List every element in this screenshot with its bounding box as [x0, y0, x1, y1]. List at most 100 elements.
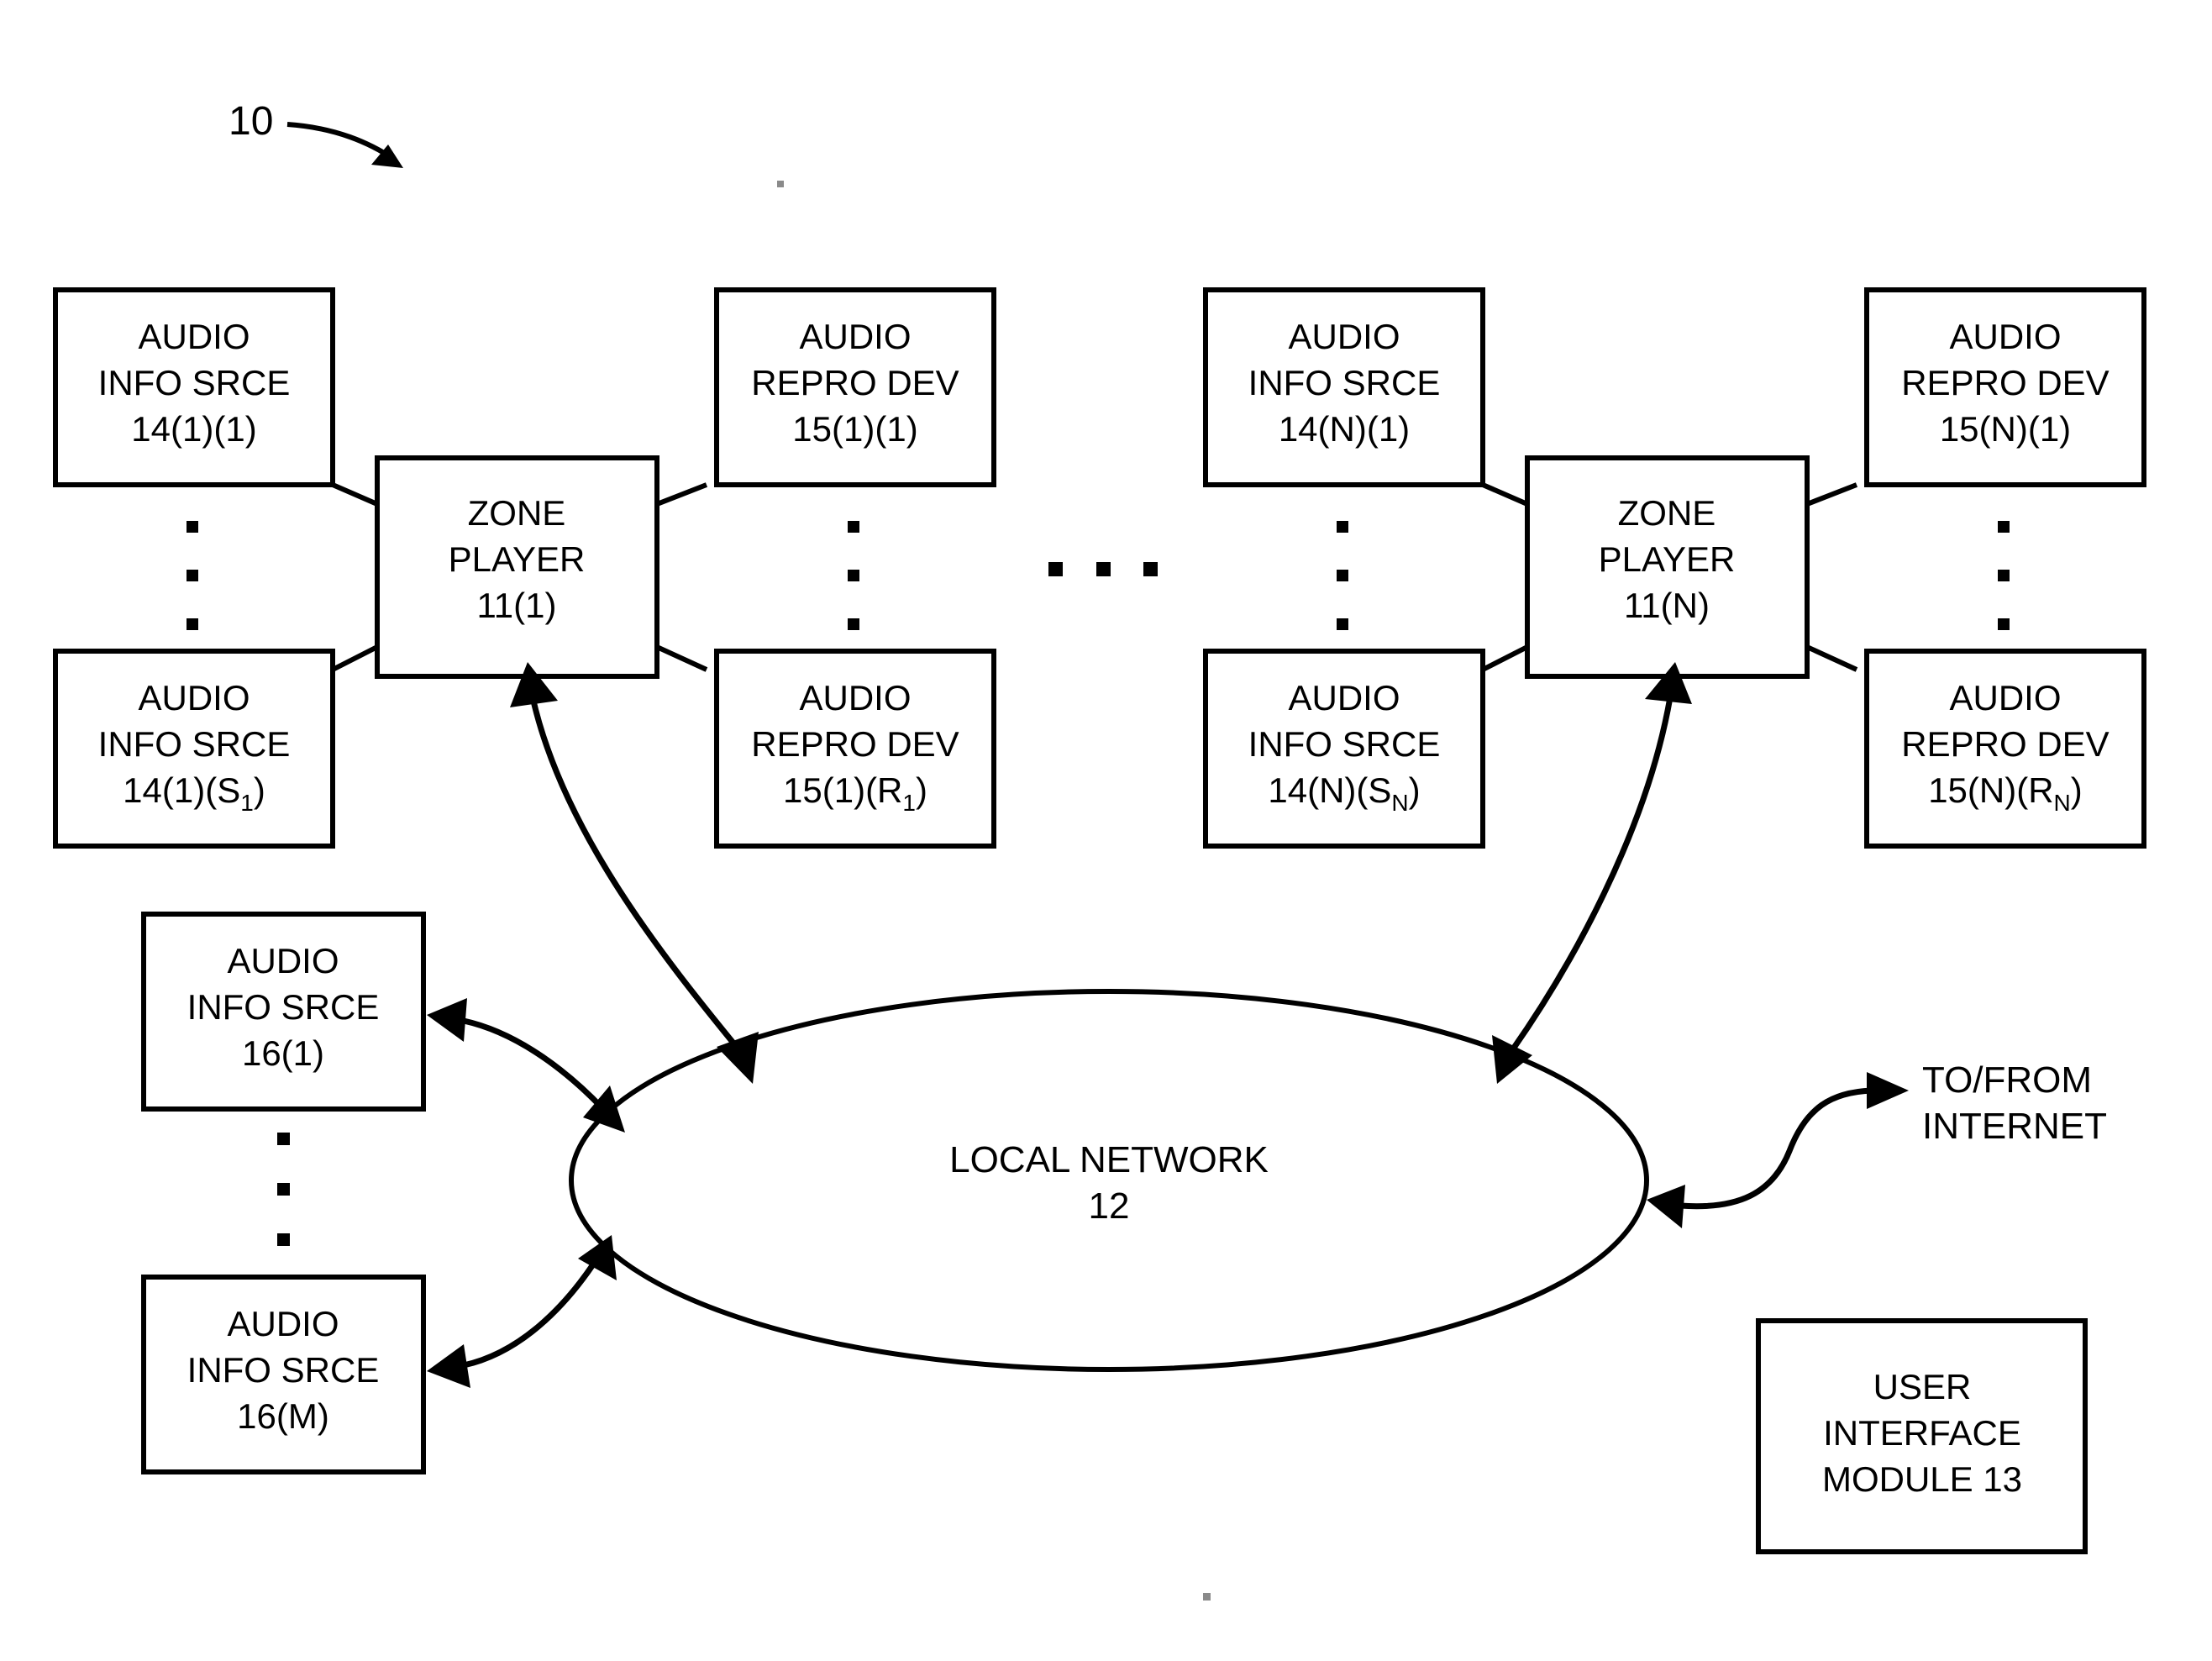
vertical-ellipsis-repro-1 [848, 521, 859, 630]
box-line-1: AUDIO [227, 1304, 339, 1343]
box-line-2: INFO SRCE [98, 724, 291, 764]
box-line-3: 14(1)(1) [131, 409, 256, 449]
ellipsis-dot [1998, 521, 2010, 533]
box-line-3: 16(1) [242, 1033, 324, 1073]
ellipsis-dot [1337, 521, 1348, 533]
box-line-3: 16(M) [237, 1396, 329, 1436]
vertical-ellipsis-sources-n [1337, 521, 1348, 630]
ellipsis-dot [1048, 562, 1063, 576]
box-line-2: INTERFACE [1823, 1413, 2021, 1453]
audio-info-srce-14-N-1-box: AUDIO INFO SRCE 14(N)(1) [1203, 287, 1485, 487]
connector-repro-15-N-RN [1805, 643, 1858, 676]
network-label-line-1: LOCAL NETWORK [949, 1139, 1269, 1180]
system-architecture-diagram: 10 AUDIO INFO SRCE 14(1)(1) AUDIO INFO S… [53, 99, 2146, 1601]
box-line-3-prefix: 15(1)(1) [792, 409, 917, 449]
box-line-3-prefix: 15(1)(R [783, 770, 902, 810]
box-line-3: 15(1)(1) [792, 409, 917, 449]
connector-src-14-N-1 [1481, 458, 1530, 508]
connector-repro-15-1-R1 [654, 643, 708, 676]
box-line-1: AUDIO [1288, 678, 1400, 717]
box-line-2: INFO SRCE [1248, 363, 1441, 402]
audio-info-srce-16-1-box: AUDIO INFO SRCE 16(1) [141, 912, 426, 1112]
box-line-3-prefix: 15(N)(1) [1940, 409, 2071, 449]
box-line-3: MODULE 13 [1822, 1459, 2022, 1499]
zone-player-11-1-box: ZONE PLAYER 11(1) [375, 455, 659, 679]
link-curve [529, 696, 742, 1053]
source-16-1-network-link [427, 998, 625, 1133]
arrowhead-toward-network [1647, 1185, 1685, 1228]
connector-src-14-N-SN [1481, 643, 1530, 676]
box-line-3-suffix: ) [2071, 770, 2083, 810]
internet-label-line-2: INTERNET [1922, 1106, 2107, 1147]
box-line-3-suffix: ) [1409, 770, 1421, 810]
horizontal-ellipsis-between-groups [1048, 562, 1158, 576]
patent-figure-canvas: 10 AUDIO INFO SRCE 14(1)(1) AUDIO INFO S… [0, 0, 2212, 1661]
ellipsis-dot [1143, 562, 1158, 576]
box-line-1: AUDIO [1949, 317, 2061, 356]
ellipsis-dot [1337, 618, 1348, 630]
ellipsis-dot [1096, 562, 1111, 576]
source-16-M-network-link [427, 1235, 617, 1388]
box-line-3: 11(N) [1624, 586, 1710, 625]
ellipsis-dot [1337, 570, 1348, 581]
box-line-2: REPRO DEV [1901, 724, 2109, 764]
box-line-3: 15(N)(1) [1940, 409, 2071, 449]
box-line-1: USER [1873, 1367, 1972, 1406]
user-interface-module-box: USER INTERFACE MODULE 13 [1756, 1318, 2088, 1554]
audio-repro-dev-15-1-1-box: AUDIO REPRO DEV 15(1)(1) [714, 287, 996, 487]
box-line-1: AUDIO [227, 941, 339, 980]
box-line-1: ZONE [1618, 493, 1716, 533]
box-line-2: INFO SRCE [187, 987, 380, 1027]
box-line-3: 11(1) [477, 586, 557, 625]
box-line-3-prefix: 14(1)(1) [131, 409, 256, 449]
box-line-1: AUDIO [138, 678, 250, 717]
link-curve [1510, 696, 1673, 1053]
box-line-2: PLAYER [1599, 539, 1736, 579]
reference-leader-line [286, 122, 397, 162]
ellipsis-dot [187, 521, 198, 533]
ellipsis-dot [187, 570, 198, 581]
zone-player-n-network-link [1492, 662, 1692, 1084]
box-line-2: REPRO DEV [751, 724, 959, 764]
audio-info-srce-14-1-S1-box: AUDIO INFO SRCE 14(1)(S1) [53, 649, 335, 849]
box-line-3-prefix: 14(N)(1) [1279, 409, 1410, 449]
zone-player-11-N-box: ZONE PLAYER 11(N) [1525, 455, 1810, 679]
box-line-3-subscript: N [1391, 790, 1408, 816]
internet-curve [1679, 1087, 1873, 1210]
internet-label-line-1: TO/FROM [1922, 1059, 2092, 1101]
scan-speck [1203, 1593, 1211, 1601]
scan-speck [777, 181, 784, 187]
box-line-3-subscript: N [2054, 790, 2071, 816]
audio-info-srce-16-M-box: AUDIO INFO SRCE 16(M) [141, 1275, 426, 1474]
ellipsis-dot [848, 521, 859, 533]
box-line-1: ZONE [468, 493, 566, 533]
box-line-3-subscript: 1 [240, 790, 254, 816]
vertical-ellipsis-network-sources [277, 1133, 290, 1246]
figure-reference-numeral: 10 [229, 99, 403, 168]
box-line-2: INFO SRCE [1248, 724, 1441, 764]
ellipsis-dot [277, 1233, 290, 1246]
connector-src-14-1-1 [331, 458, 380, 508]
box-line-1: AUDIO [799, 678, 911, 717]
box-line-2: REPRO DEV [1901, 363, 2109, 402]
box-line-3-suffix: ) [916, 770, 927, 810]
box-line-1: AUDIO [799, 317, 911, 356]
vertical-ellipsis-sources-1 [187, 521, 198, 630]
audio-repro-dev-15-N-1-box: AUDIO REPRO DEV 15(N)(1) [1864, 287, 2146, 487]
box-line-2: REPRO DEV [751, 363, 959, 402]
arrowhead-toward-source [427, 998, 467, 1042]
vertical-ellipsis-repro-n [1998, 521, 2010, 630]
audio-repro-dev-15-1-R1-box: AUDIO REPRO DEV 15(1)(R1) [714, 649, 996, 849]
arrowhead-toward-source [427, 1344, 470, 1388]
box-line-3-prefix: 15(N)(R [1928, 770, 2053, 810]
reference-numeral-10-label: 10 [229, 99, 273, 144]
box-line-1: AUDIO [1949, 678, 2061, 717]
box-line-3-prefix: 14(N)(S [1268, 770, 1391, 810]
box-line-3-suffix: ) [254, 770, 265, 810]
ellipsis-dot [277, 1133, 290, 1145]
box-line-3-prefix: 14(1)(S [123, 770, 240, 810]
arrowhead-toward-internet [1867, 1072, 1909, 1109]
audio-repro-dev-15-N-RN-box: AUDIO REPRO DEV 15(N)(RN) [1864, 649, 2146, 849]
ellipsis-dot [1998, 618, 2010, 630]
box-line-3: 14(N)(1) [1279, 409, 1410, 449]
